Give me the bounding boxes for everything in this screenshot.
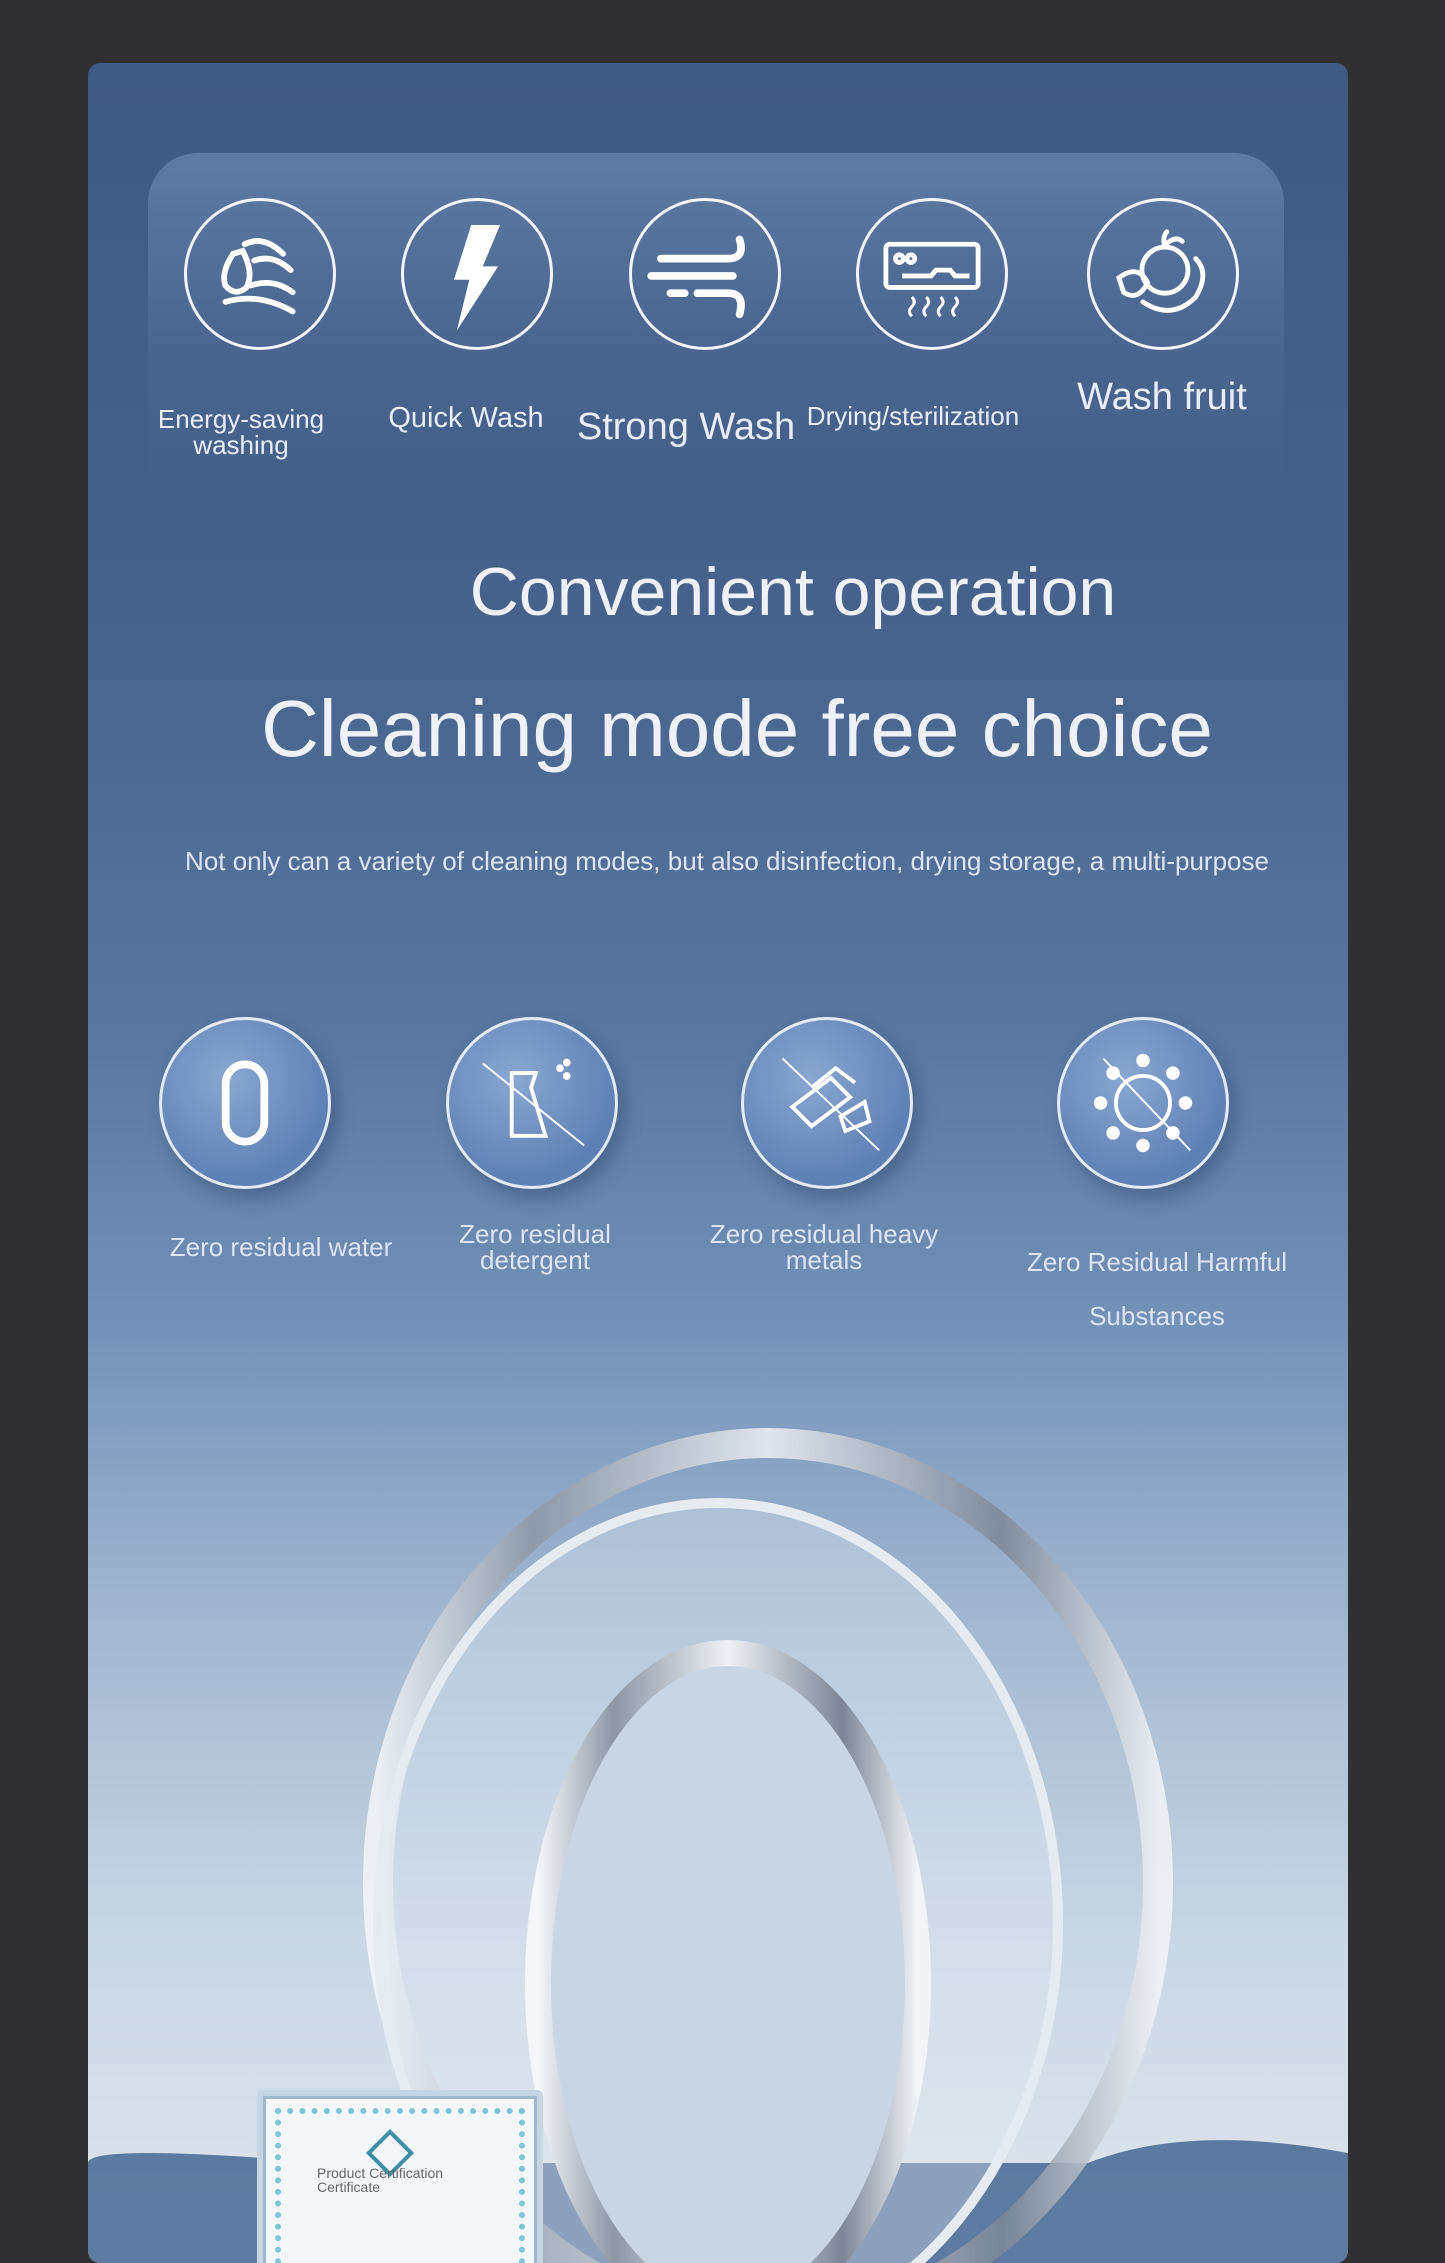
headline: Convenient operation xyxy=(469,554,1117,630)
wind-icon xyxy=(629,198,781,350)
mode-label-wash-fruit: Wash fruit xyxy=(1077,376,1247,418)
water-drop-waves-icon xyxy=(184,198,336,350)
mode-label-quick-wash: Quick Wash xyxy=(388,402,544,434)
certificate-image: Product Certification Certificate xyxy=(257,2090,543,2263)
feature-label-harmful: Zero Residual Harmful Substances xyxy=(1026,1247,1288,1331)
description: Not only can a variety of cleaning modes… xyxy=(185,846,1269,876)
mode-label-drying: Drying/sterilization xyxy=(806,401,1020,431)
feature-label-detergent: Zero residual detergent xyxy=(459,1219,611,1275)
mode-label-energy-saving: Energy-saving washing xyxy=(157,404,325,460)
lightning-icon xyxy=(401,198,553,350)
certificate-label: Product Certification Certificate xyxy=(317,2165,444,2195)
no-spray-bottle-icon xyxy=(446,1017,618,1189)
no-metal-bars-icon xyxy=(741,1017,913,1189)
no-bacteria-icon xyxy=(1057,1017,1229,1189)
feature-label-metals: Zero residual heavy metals xyxy=(709,1219,939,1275)
mode-label-strong-wash: Strong Wash xyxy=(576,406,796,448)
page-title: Cleaning mode free choice xyxy=(261,684,1213,773)
air-dryer-icon xyxy=(856,198,1008,350)
zero-icon xyxy=(159,1017,331,1189)
fruit-icon xyxy=(1087,198,1239,350)
product-card: Energy-saving washing Quick Wash Strong W… xyxy=(88,63,1348,2263)
feature-label-water: Zero residual water xyxy=(169,1232,393,1262)
